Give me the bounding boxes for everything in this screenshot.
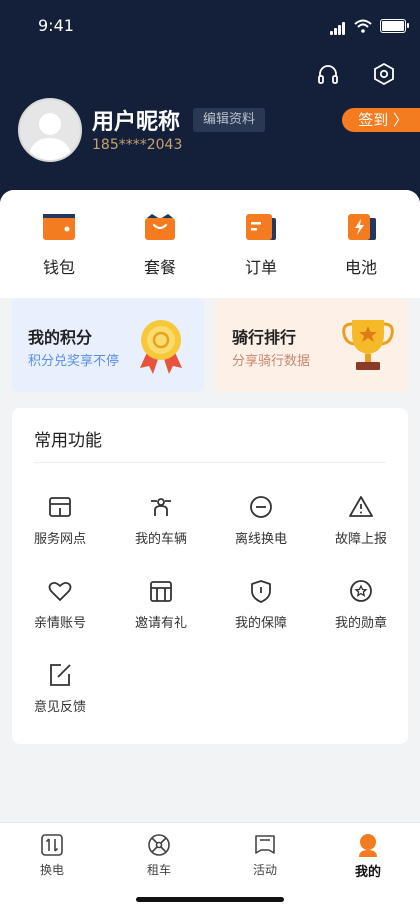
vehicle-icon (148, 494, 174, 520)
tab-activity[interactable]: 活动 (225, 833, 305, 878)
edit-profile-button[interactable]: 编辑资料 (193, 108, 266, 132)
tab-label: 活动 (252, 863, 277, 877)
points-subtitle: 积分兑奖享不停 (28, 354, 120, 369)
main-content: 钱包 套餐 订单 电池 我的积分 积分兑奖享不停 骑行排行 分享骑行数据 常用功… (0, 190, 420, 830)
feature-label: 邀请有礼 (134, 616, 187, 631)
tab-label: 租车 (146, 863, 171, 877)
medal-icon (348, 578, 374, 604)
points-title: 我的积分 (28, 328, 93, 347)
settings-icon[interactable] (370, 60, 398, 88)
heart-icon (47, 578, 73, 604)
divider (34, 462, 386, 463)
status-time: 9:41 (38, 16, 74, 35)
checkin-button[interactable]: 签到 〉 (342, 108, 420, 132)
user-phone: 185****2043 (92, 137, 183, 153)
tab-rent[interactable]: 租车 (119, 833, 199, 878)
feature-label: 意见反馈 (33, 700, 86, 715)
feature-label: 离线换电 (234, 532, 287, 547)
quick-item-battery[interactable]: 电池 (331, 212, 391, 278)
profile-icon (356, 833, 380, 857)
gift-icon (148, 578, 174, 604)
user-nickname: 用户昵称 (92, 110, 181, 135)
wallet-icon (42, 212, 76, 242)
feature-feedback[interactable]: 意见反馈 (14, 662, 106, 715)
activity-icon (253, 833, 277, 857)
avatar[interactable] (18, 98, 82, 162)
trophy-icon (342, 320, 394, 370)
tab-label: 换电 (39, 863, 64, 877)
feature-label: 故障上报 (334, 532, 387, 547)
quick-label: 订单 (244, 258, 277, 277)
quick-item-wallet[interactable]: 钱包 (29, 212, 89, 278)
status-icons (330, 16, 409, 35)
features-panel: 常用功能 服务网点 我的车辆 离线换电 故障上报 亲情账号 邀请有礼 我的保障 … (12, 408, 408, 744)
feature-family-account[interactable]: 亲情账号 (14, 578, 106, 631)
feature-label: 亲情账号 (33, 616, 86, 631)
battery-icon (344, 212, 378, 242)
feature-fault-report[interactable]: 故障上报 (315, 494, 407, 547)
signal-icon (330, 16, 346, 35)
warning-icon (348, 494, 374, 520)
quick-item-package[interactable]: 套餐 (130, 212, 190, 278)
quick-label: 电池 (344, 258, 377, 277)
quick-actions: 钱包 套餐 订单 电池 (0, 190, 420, 298)
medal-badge-icon (140, 320, 182, 374)
wifi-icon (354, 19, 372, 33)
points-card[interactable]: 我的积分 积分兑奖享不停 (12, 298, 204, 392)
ranking-title: 骑行排行 (232, 328, 297, 347)
quick-label: 套餐 (143, 258, 176, 277)
quick-label: 钱包 (42, 258, 75, 277)
feature-label: 服务网点 (33, 532, 86, 547)
package-icon (143, 212, 177, 242)
feature-label: 我的保障 (234, 616, 287, 631)
feature-my-vehicle[interactable]: 我的车辆 (115, 494, 207, 547)
profile-header: 9:41 用户昵称 编辑资料 185****2043 签到 〉 (0, 0, 420, 220)
feature-offline-swap[interactable]: 离线换电 (215, 494, 307, 547)
feature-my-protection[interactable]: 我的保障 (215, 578, 307, 631)
ranking-card[interactable]: 骑行排行 分享骑行数据 (216, 298, 408, 392)
feature-service-points[interactable]: 服务网点 (14, 494, 106, 547)
store-icon (47, 494, 73, 520)
tab-swap[interactable]: 换电 (12, 833, 92, 878)
features-title: 常用功能 (34, 431, 102, 451)
headset-icon[interactable] (314, 60, 342, 88)
wheel-icon (147, 833, 171, 857)
feature-label: 我的车辆 (134, 532, 187, 547)
order-icon (244, 212, 278, 242)
shield-icon (248, 578, 274, 604)
feature-label: 我的勋章 (334, 616, 387, 631)
feature-my-medals[interactable]: 我的勋章 (315, 578, 407, 631)
home-indicator (136, 897, 284, 902)
tab-label: 我的 (354, 865, 381, 880)
quick-item-order[interactable]: 订单 (231, 212, 291, 278)
tab-mine[interactable]: 我的 (328, 833, 408, 880)
feedback-icon (47, 662, 73, 688)
feature-invite[interactable]: 邀请有礼 (115, 578, 207, 631)
battery-status-icon (380, 18, 409, 33)
offline-swap-icon (248, 494, 274, 520)
swap-icon (40, 833, 64, 857)
ranking-subtitle: 分享骑行数据 (232, 354, 311, 369)
